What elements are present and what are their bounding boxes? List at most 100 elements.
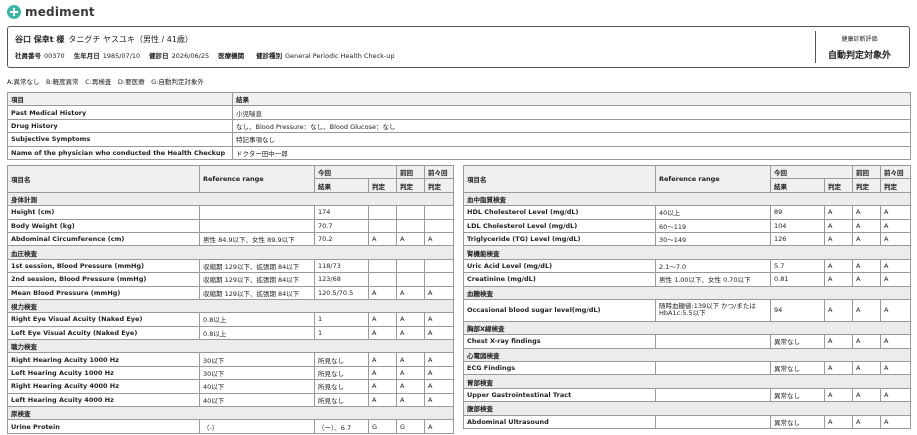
result-row: Right Hearing Acuity 4000 Hz 40以下 所見なし A A A xyxy=(7,379,454,394)
result-row: HDL Cholesterol Level (mg/dL) 40以上 89 A A A xyxy=(463,205,911,220)
result-value: 94 xyxy=(770,298,825,322)
previous-judgment: A xyxy=(396,312,425,327)
result-item-name: Mean Blood Pressure (mmHg) xyxy=(7,285,200,300)
result-judgment: A xyxy=(368,231,397,247)
result-row: Triglyceride (TG) Level (mg/dL) 30〜149 126… xyxy=(463,231,911,247)
result-reference: 40以上 xyxy=(655,205,771,220)
before-previous-judgment xyxy=(424,272,454,287)
section-row: 尿検査 xyxy=(7,406,454,421)
patient-field-value: 2026/06/25 xyxy=(171,52,210,60)
result-reference: 男性 1.00以下、女性 0.70以下 xyxy=(655,272,771,287)
header-current: 今回 xyxy=(770,164,853,180)
previous-judgment: G xyxy=(396,419,425,434)
result-reference xyxy=(199,218,315,233)
history-result: 小児喘息 xyxy=(232,105,911,120)
patient-field-value: 1985/07/10 xyxy=(102,52,141,60)
header-judgment: 判定 xyxy=(424,178,454,193)
history-item: Drug History xyxy=(7,118,233,134)
before-previous-judgment: A xyxy=(880,334,911,349)
result-judgment: A xyxy=(368,352,397,367)
section-title: 血糖検査 xyxy=(463,285,911,300)
previous-judgment: A xyxy=(852,361,881,376)
patient-info: 社員番号 00370 生年月日 1985/07/10 健診日 2026/06/25 医療機関… xyxy=(15,50,404,60)
previous-judgment xyxy=(396,258,425,274)
section-row: 視力検査 xyxy=(7,298,454,314)
result-judgment: A xyxy=(368,392,397,408)
history-result: なし、Blood Pressure：なし、Blood Glucose：なし xyxy=(232,118,911,134)
result-value: 所見なし xyxy=(314,365,369,381)
result-judgment: A xyxy=(824,298,853,322)
result-reference xyxy=(655,414,771,430)
before-previous-judgment: A xyxy=(424,325,454,341)
patient-kana: タニグチ ヤスユキ（男性 / 41歳） xyxy=(68,35,193,44)
header-result: 結果 xyxy=(770,178,825,193)
before-previous-judgment: A xyxy=(424,392,454,408)
section-row: 血圧検査 xyxy=(7,245,454,260)
result-item-name: Triglyceride (TG) Level (mg/dL) xyxy=(463,231,656,247)
patient-field-label: 健診種別 xyxy=(256,52,283,60)
result-value: 126 xyxy=(770,231,825,247)
before-previous-judgment: A xyxy=(880,272,911,287)
before-previous-judgment: A xyxy=(424,379,454,394)
patient-field-label: 社員番号 xyxy=(15,52,41,60)
history-row: Past Medical History 小児喘息 xyxy=(7,105,911,120)
result-value: 89 xyxy=(770,205,825,220)
result-row: Occasional blood sugar level(mg/dL) 随時血糖値… xyxy=(463,298,911,322)
right-results-table: 項目名 Reference range 今回 前回 前々回 結果 判定 判定 判定 血中脂質検査 H… xyxy=(463,164,911,430)
result-item-name: HDL Cholesterol Level (mg/dL) xyxy=(463,205,656,220)
header-judgment: 判定 xyxy=(880,178,911,193)
result-judgment: A xyxy=(368,325,397,341)
result-value: 異常なし xyxy=(770,361,825,376)
before-previous-judgment: A xyxy=(424,419,454,434)
header-reference-range: Reference range xyxy=(199,165,315,193)
result-item-name: Left Eye Visual Acuity (Naked Eye) xyxy=(7,325,200,341)
section-title: 腹部検査 xyxy=(463,401,911,416)
result-item-name: Right Hearing Acuity 4000 Hz xyxy=(7,379,200,394)
history-item: Name of the physician who conducted the … xyxy=(7,145,233,160)
previous-judgment: A xyxy=(396,379,425,394)
result-row: Urine Protein （-） （ー）、6.7 G G A xyxy=(7,419,454,434)
result-row: LDL Cholesterol Level (mg/dL) 60〜119 104 A A… xyxy=(463,218,911,233)
previous-judgment: A xyxy=(852,258,881,274)
result-reference: 30以下 xyxy=(199,352,315,367)
result-row: Creatinine (mg/dL) 男性 1.00以下、女性 0.70以下 0.8… xyxy=(463,272,911,287)
result-item-name: Chest X-ray findings xyxy=(463,334,656,349)
header-judgment: 判定 xyxy=(824,178,853,193)
result-item-name: 1st session, Blood Pressure (mmHg) xyxy=(7,258,200,274)
result-row: Height (cm) 174 xyxy=(7,205,454,220)
result-value: 1 xyxy=(314,325,369,341)
before-previous-judgment: A xyxy=(880,231,911,247)
result-value: 70.7 xyxy=(314,218,369,233)
result-value: 異常なし xyxy=(770,387,825,403)
before-previous-judgment: A xyxy=(424,365,454,381)
previous-judgment xyxy=(396,272,425,287)
patient-field-label: 健診日 xyxy=(149,52,169,60)
patient-header: 谷口 保幸t 様タニグチ ヤスユキ（男性 / 41歳） 社員番号 00370 生年月… xyxy=(7,26,910,68)
section-title: 視力検査 xyxy=(7,298,454,314)
header-item-name: 項目名 xyxy=(7,165,200,193)
previous-judgment: A xyxy=(852,414,881,430)
result-reference: 30〜149 xyxy=(655,231,771,247)
header-judgment: 判定 xyxy=(852,178,881,193)
section-title: 血圧検査 xyxy=(7,245,454,260)
section-row: 胸部X線検査 xyxy=(463,320,911,336)
header-previous: 前回 xyxy=(396,164,425,180)
history-result: ドクター田中一郎 xyxy=(232,145,911,160)
previous-judgment: A xyxy=(852,218,881,233)
result-row: ECG Findings 異常なし A A A xyxy=(463,361,911,376)
result-value: 174 xyxy=(314,205,369,220)
result-item-name: Upper Gastrointestinal Tract xyxy=(463,387,656,403)
result-item-name: Left Hearing Acuity 1000 Hz xyxy=(7,365,200,381)
evaluation-value: 自動判定対象外 xyxy=(827,51,891,61)
history-header-result: 結果 xyxy=(232,91,911,107)
result-judgment: A xyxy=(824,361,853,376)
header-before-previous: 前々回 xyxy=(424,164,454,180)
results-header-row: 項目名 Reference range 今回 前回 前々回 xyxy=(7,164,454,193)
result-item-name: Abdominal Circumference (cm) xyxy=(7,231,200,247)
brand-logo: mediment xyxy=(7,4,95,20)
section-row: 血中脂質検査 xyxy=(463,191,911,207)
section-title: 聴力検査 xyxy=(7,339,454,354)
before-previous-judgment xyxy=(424,258,454,274)
medical-history-table: 項目 結果 Past Medical History 小児喘息 Drug History… xyxy=(7,91,911,160)
before-previous-judgment: A xyxy=(880,258,911,274)
